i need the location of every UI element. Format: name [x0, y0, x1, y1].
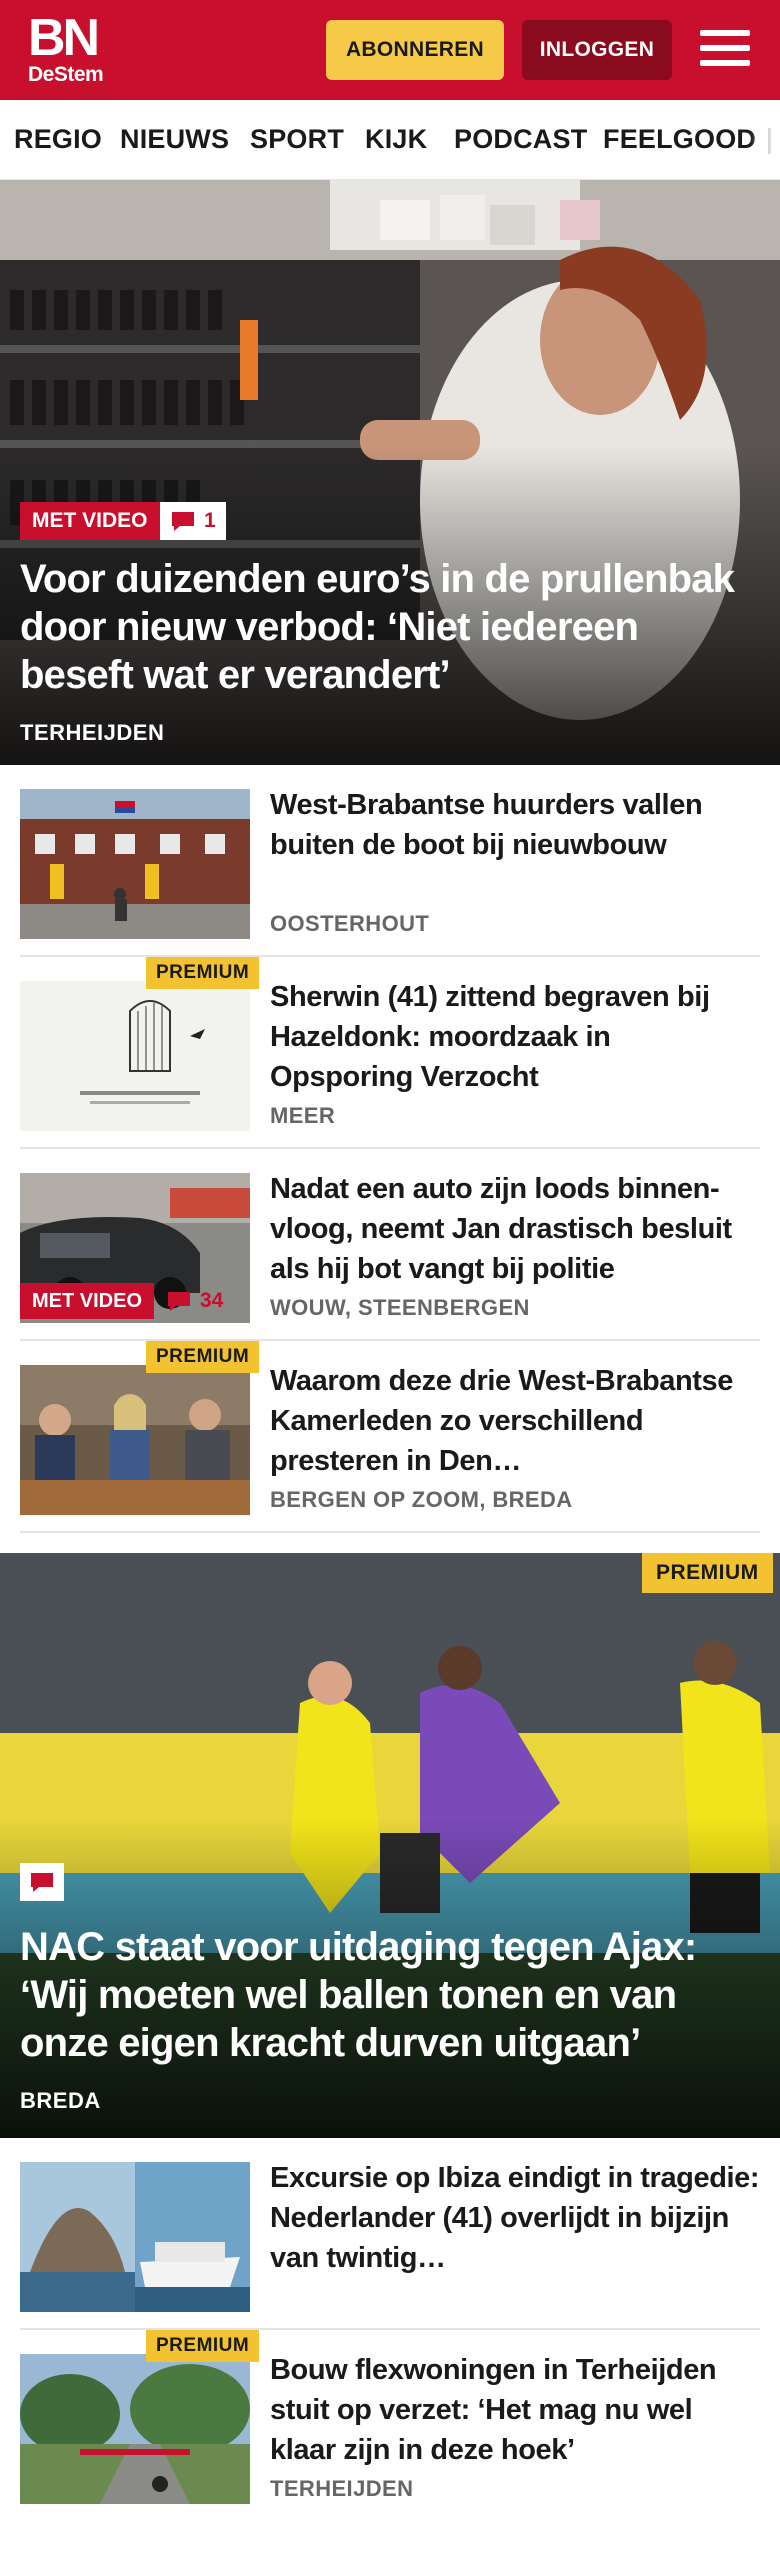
nav-item-podcast[interactable]: PODCAST [454, 124, 587, 155]
list-item[interactable]: West-Brabantse huurders vallen buiten de… [20, 765, 760, 957]
login-button[interactable]: INLOGGEN [522, 20, 672, 80]
article-headline[interactable]: Sherwin (41) zittend begraven bij Hazeld… [270, 977, 760, 1097]
article-location: MEER [270, 1103, 336, 1128]
article-thumbnail [20, 1365, 250, 1515]
nav-item-feelgood[interactable]: FEELGOOD [603, 124, 756, 155]
featured-location: BREDA [20, 2088, 101, 2113]
article-thumbnail [20, 2354, 250, 2504]
article-headline[interactable]: Waarom deze drie West-Brabantse Kamerled… [270, 1361, 760, 1481]
comment-count-badge[interactable]: 34 [160, 1283, 229, 1319]
hero-location: TERHEIJDEN [20, 720, 165, 745]
nav-item-kijk[interactable]: KIJK [365, 124, 427, 155]
featured-article[interactable]: PREMIUM NAC staat voor uitdaging tegen A… [0, 1553, 780, 2138]
article-thumbnail [20, 789, 250, 939]
comment-count-badge[interactable]: 1 [160, 502, 226, 540]
article-location: WOUW, STEENBERGEN [270, 1295, 530, 1320]
video-badge: MET VIDEO [20, 502, 160, 540]
article-thumbnail [20, 981, 250, 1131]
list-item[interactable]: PREMIUM Waarom deze drie West-Brabantse … [20, 1341, 760, 1533]
hero-headline[interactable]: Voor duizenden euro’s in de prullenbak d… [20, 555, 740, 699]
comment-count: 34 [200, 1289, 224, 1312]
premium-badge: PREMIUM [146, 957, 260, 989]
hero-article[interactable]: MET VIDEO 1 Voor duizenden euro’s in de … [0, 180, 780, 765]
nav-item-nieuws[interactable]: NIEUWS [120, 124, 229, 155]
subscribe-button[interactable]: ABONNEREN [326, 20, 504, 80]
article-location: TERHEIJDEN [270, 2476, 414, 2501]
premium-badge: PREMIUM [146, 2330, 260, 2362]
article-headline[interactable]: Nadat een auto zijn loods binnen-vloog, … [270, 1169, 760, 1289]
comment-count: 1 [204, 509, 216, 532]
premium-badge: PREMIUM [642, 1553, 773, 1593]
list-item[interactable]: PREMIUM Sherwin (41) zittend begraven bi… [20, 957, 760, 1149]
article-location: OOSTERHOUT [270, 911, 430, 936]
article-headline[interactable]: West-Brabantse huurders vallen buiten de… [270, 785, 760, 865]
article-thumbnail [20, 2162, 250, 2312]
list-item[interactable]: PREMIUM Bouw flexwoningen in Terheijden … [20, 2330, 760, 2522]
site-logo[interactable]: BN DeStem [28, 9, 104, 86]
article-headline[interactable]: Excursie op Ibiza eindigt in tragedie: N… [270, 2158, 760, 2278]
section-nav: REGIO NIEUWS SPORT KIJK PODCAST FEELGOOD [0, 100, 780, 180]
nav-item-sport[interactable]: SPORT [250, 124, 344, 155]
featured-headline[interactable]: NAC staat voor uitdaging tegen Ajax: ‘Wi… [20, 1923, 760, 2067]
list-item[interactable]: Excursie op Ibiza eindigt in tragedie: N… [20, 2138, 760, 2330]
comment-icon [31, 1873, 53, 1892]
list-item[interactable]: MET VIDEO 34 Nadat een auto zijn loods b… [20, 1149, 760, 1341]
comment-icon [172, 512, 194, 531]
top-bar: BN DeStem ABONNEREN INLOGGEN [0, 0, 780, 100]
comment-icon [168, 1292, 190, 1311]
video-badge: MET VIDEO [20, 1283, 155, 1319]
premium-badge: PREMIUM [146, 1341, 260, 1373]
logo-main-text: BN [28, 9, 100, 67]
logo-sub-text: DeStem [28, 63, 104, 86]
nav-fade [750, 100, 780, 179]
nav-item-regio[interactable]: REGIO [14, 124, 102, 155]
article-headline[interactable]: Bouw flexwoningen in Terheijden stuit op… [270, 2350, 760, 2470]
hamburger-icon[interactable] [700, 26, 750, 70]
comment-badge[interactable] [20, 1863, 64, 1901]
article-location: BERGEN OP ZOOM, BREDA [270, 1487, 573, 1512]
